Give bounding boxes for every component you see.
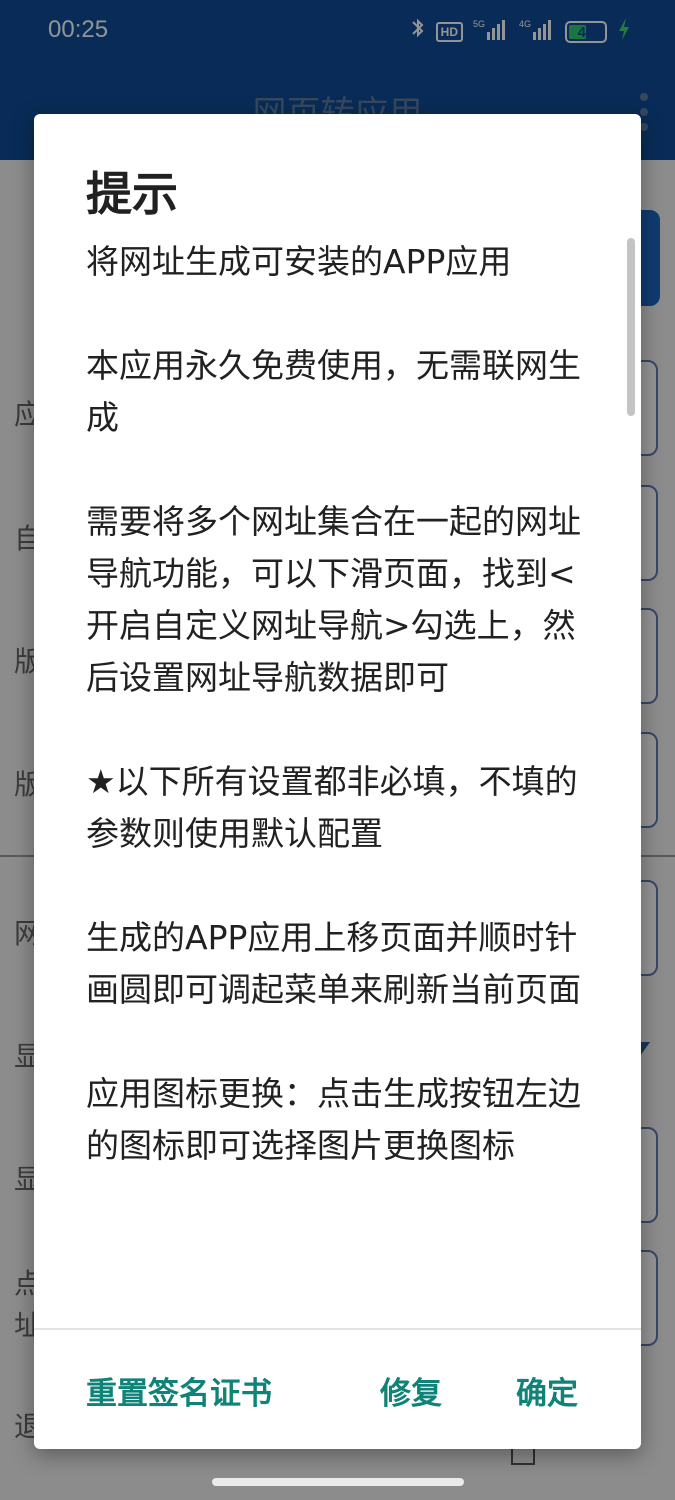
dialog-paragraph: 应用图标更换：点击生成按钮左边的图标即可选择图片更换图标 <box>86 1074 581 1165</box>
dialog-paragraph: ★以下所有设置都非必填，不填的参数则使用默认配置 <box>86 762 578 853</box>
gesture-nav-bar[interactable] <box>212 1478 464 1486</box>
dialog-paragraph: 本应用永久免费使用，无需联网生成 <box>86 346 581 437</box>
tips-dialog: 提示 将网址生成可安装的APP应用 本应用永久免费使用，无需联网生成 需要将多个… <box>34 114 641 1449</box>
dialog-message[interactable]: 将网址生成可安装的APP应用 本应用永久免费使用，无需联网生成 需要将多个网址集… <box>86 236 606 1326</box>
dialog-title: 提示 <box>86 167 178 221</box>
dialog-actions-divider <box>34 1328 641 1330</box>
confirm-button[interactable]: 确定 <box>516 1368 578 1413</box>
repair-button[interactable]: 修复 <box>380 1368 442 1413</box>
dialog-paragraph: 将网址生成可安装的APP应用 <box>86 242 512 281</box>
reset-signature-button[interactable]: 重置签名证书 <box>86 1368 272 1413</box>
dialog-paragraph: 需要将多个网址集合在一起的网址导航功能，可以下滑页面，找到<开启自定义网址导航>… <box>86 502 581 697</box>
dialog-paragraph: 生成的APP应用上移页面并顺时针画圆即可调起菜单来刷新当前页面 <box>86 918 581 1009</box>
dialog-scrollbar[interactable] <box>627 238 635 416</box>
